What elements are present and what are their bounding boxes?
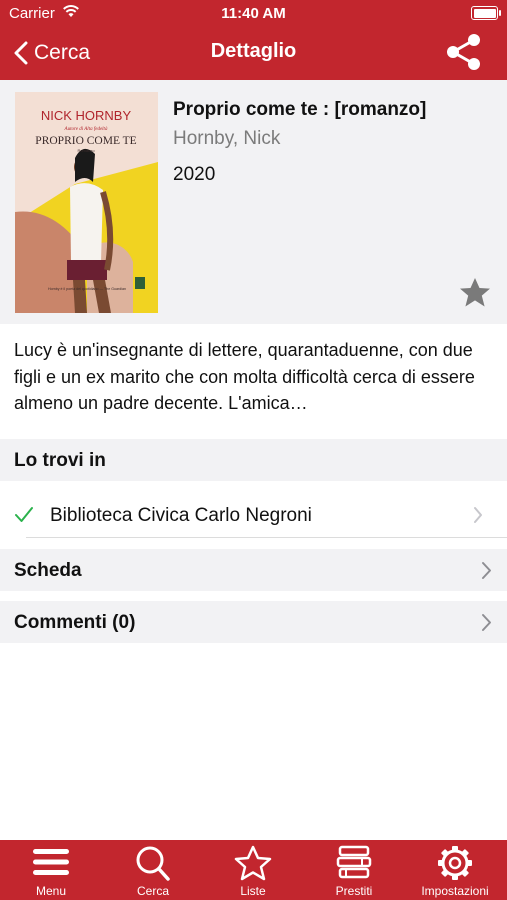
book-detail-header: NICK HORNBY Autore di Alta fedeltà PROPR… <box>0 80 507 324</box>
tab-lists[interactable]: Liste <box>203 840 303 900</box>
book-title: Proprio come te : [romanzo] <box>173 99 427 120</box>
tab-bar: Menu Cerca Liste Prestiti Impostazioni <box>0 840 507 900</box>
tab-menu-label: Menu <box>35 884 67 898</box>
cover-author-text: NICK HORNBY <box>41 108 132 123</box>
library-name: Biblioteca Civica Carlo Negroni <box>50 505 312 526</box>
menu-icon <box>33 849 69 875</box>
tab-menu[interactable]: Menu <box>1 840 101 900</box>
clock: 11:40 AM <box>221 5 286 22</box>
comments-label: Commenti (0) <box>14 612 136 633</box>
search-icon <box>136 846 170 881</box>
books-icon <box>336 845 372 879</box>
record-label: Scheda <box>14 560 82 581</box>
status-bar: Carrier 11:40 AM <box>0 0 507 28</box>
tab-loans[interactable]: Prestiti <box>304 840 404 900</box>
comments-row[interactable]: Commenti (0) <box>0 601 507 643</box>
top-bar: Carrier 11:40 AM Cerca Dettaglio <box>0 0 507 80</box>
tab-search[interactable]: Cerca <box>103 840 203 900</box>
availability-header: Lo trovi in <box>0 439 507 481</box>
book-cover-image: NICK HORNBY Autore di Alta fedeltà PROPR… <box>15 92 158 313</box>
book-description[interactable]: Lucy è un'insegnante di lettere, quarant… <box>14 337 496 417</box>
tab-lists-label: Liste <box>240 884 266 898</box>
row-divider <box>26 537 507 538</box>
library-row[interactable]: Biblioteca Civica Carlo Negroni <box>0 492 507 538</box>
star-icon <box>234 845 272 881</box>
share-icon[interactable] <box>443 32 483 72</box>
chevron-right-icon <box>474 507 482 523</box>
tab-settings[interactable]: Impostazioni <box>405 840 505 900</box>
page-title: Dettaglio <box>210 40 297 62</box>
cover-subtitle-text: Autore di Alta fedeltà <box>64 127 108 132</box>
cover-quote-text: Hornby è il poeta del quotidiano — The G… <box>48 287 126 291</box>
cover-genre-text: Romanzo <box>77 148 95 153</box>
tab-search-label: Cerca <box>136 884 169 898</box>
cover-title-text: PROPRIO COME TE <box>35 135 136 147</box>
checkmark-icon <box>15 507 33 522</box>
publisher-logo <box>135 277 145 289</box>
book-year: 2020 <box>173 164 216 185</box>
chevron-right-icon <box>482 562 491 579</box>
book-author: Hornby, Nick <box>173 128 281 149</box>
favorite-star-icon[interactable] <box>458 276 492 310</box>
gear-icon <box>438 846 472 880</box>
navigation-bar: Cerca Dettaglio <box>0 28 507 80</box>
availability-header-label: Lo trovi in <box>14 450 106 471</box>
chevron-right-icon <box>482 614 491 631</box>
tab-settings-label: Impostazioni <box>421 884 489 898</box>
record-row[interactable]: Scheda <box>0 549 507 591</box>
battery-icon <box>471 6 501 20</box>
tab-loans-label: Prestiti <box>335 884 373 898</box>
